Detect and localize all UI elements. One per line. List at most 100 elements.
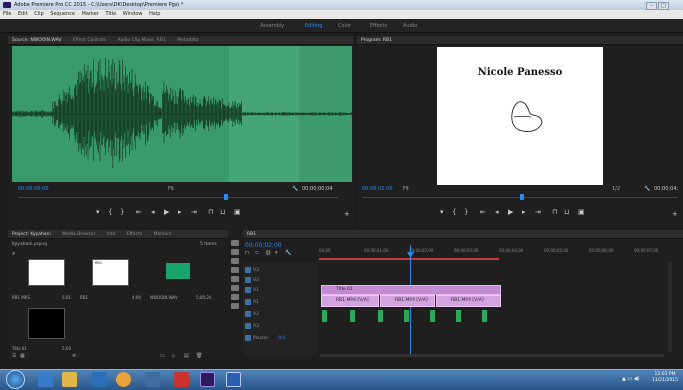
program-playhead[interactable]	[520, 194, 524, 200]
track-header-a3[interactable]: A3	[245, 322, 315, 331]
project-thumb-rb1[interactable]: RB1	[92, 259, 129, 286]
media-player-icon[interactable]	[92, 372, 107, 387]
workspace-assembly[interactable]: Assembly	[260, 23, 284, 29]
track-header-v3[interactable]: V3	[245, 266, 315, 275]
play-icon[interactable]: ▶	[164, 208, 169, 216]
export-frame-icon[interactable]: ▣	[234, 208, 241, 216]
wrench-icon[interactable]: 🔧	[285, 250, 291, 256]
razor-tool-icon[interactable]	[231, 267, 239, 273]
step-back-icon[interactable]: ◂	[151, 208, 155, 216]
go-to-in-icon[interactable]: ⇤	[136, 208, 142, 216]
track-header-a1[interactable]: A1	[245, 298, 315, 307]
source-timecode-in[interactable]: 00;00;00;00	[18, 186, 49, 192]
track-select-tool-icon[interactable]	[231, 249, 239, 255]
tab-audio-clip-mixer[interactable]: Audio Clip Mixer: RB1	[117, 38, 165, 43]
program-add-button[interactable]: +	[672, 210, 678, 218]
menu-edit[interactable]: Edit	[18, 11, 28, 17]
go-to-out-icon[interactable]: ⇥	[535, 208, 541, 216]
tab-media-browser[interactable]: Media Browser	[62, 232, 95, 237]
wrench-icon[interactable]: 🔧	[644, 186, 650, 192]
tab-effect-controls[interactable]: Effect Controls	[73, 38, 106, 43]
export-frame-icon[interactable]: ▣	[578, 208, 585, 216]
program-quality-select[interactable]: 1/2	[612, 186, 620, 192]
new-item-icon[interactable]: ▤	[184, 353, 189, 359]
tab-sequence-rb1[interactable]: RB1	[247, 232, 256, 237]
step-back-icon[interactable]: ◂	[495, 208, 499, 216]
paint-icon[interactable]	[145, 372, 160, 387]
tray-icons[interactable]: ▲ ▭ ◀)	[622, 376, 640, 382]
tab-markers[interactable]: Markers	[154, 232, 172, 237]
tab-source[interactable]: Source: NWOOIN.WAV	[12, 38, 62, 43]
track-target-toggle[interactable]	[245, 334, 251, 341]
wrench-icon[interactable]: 🔧	[292, 186, 298, 192]
menu-file[interactable]: File	[3, 11, 11, 17]
timeline-timecode[interactable]: 00;00;02;00	[245, 242, 282, 249]
audio-clip[interactable]	[430, 310, 435, 322]
new-bin-icon[interactable]: ▭	[160, 353, 165, 359]
track-target-toggle[interactable]	[245, 276, 251, 283]
track-target-toggle[interactable]	[245, 286, 251, 293]
chrome-icon[interactable]	[116, 372, 131, 387]
menu-title[interactable]: Title	[105, 11, 116, 17]
track-header-master[interactable]: Master 0.0	[245, 334, 315, 343]
tab-effects[interactable]: Effects	[127, 232, 142, 237]
workspace-audio[interactable]: Audio	[403, 23, 417, 29]
workspace-effects[interactable]: Effects	[370, 23, 387, 29]
add-marker-icon[interactable]: ▾	[275, 250, 278, 256]
extract-icon[interactable]: ⊔	[564, 208, 569, 216]
audio-clip[interactable]	[482, 310, 487, 322]
video-clip[interactable]: RB1.MP4 [V/A]	[321, 295, 379, 307]
minimize-button[interactable]: –	[646, 2, 657, 10]
folder-icon[interactable]	[174, 372, 189, 387]
premiere-icon[interactable]	[200, 372, 215, 387]
source-fit-select[interactable]: Fit	[168, 186, 174, 192]
video-clip[interactable]: RB1.MP4 [V/A]	[436, 295, 501, 307]
audio-clip[interactable]	[378, 310, 383, 322]
ie-icon[interactable]	[38, 372, 53, 387]
linked-selection-icon[interactable]: ⛓	[265, 250, 271, 256]
audio-clip[interactable]	[404, 310, 409, 322]
tab-metadata[interactable]: Metadata	[177, 38, 198, 43]
go-to-out-icon[interactable]: ⇥	[191, 208, 197, 216]
workspace-color[interactable]: Color	[338, 23, 351, 29]
hand-tool-icon[interactable]	[231, 294, 239, 300]
maximize-button[interactable]: □	[658, 2, 669, 10]
mark-in-icon[interactable]: {	[108, 208, 112, 216]
tab-project[interactable]: Project: Kyyahani	[12, 232, 51, 237]
word-icon[interactable]	[226, 372, 241, 387]
insert-icon[interactable]: ⊓	[208, 208, 213, 216]
search-icon[interactable]: ⌕	[12, 250, 15, 258]
mark-out-icon[interactable]: }	[120, 208, 124, 216]
go-to-in-icon[interactable]: ⇤	[480, 208, 486, 216]
mark-in-icon[interactable]: {	[452, 208, 456, 216]
source-time-ruler[interactable]	[18, 197, 338, 198]
add-marker-icon[interactable]: ▾	[440, 208, 444, 216]
project-thumb-title[interactable]	[28, 308, 65, 339]
play-icon[interactable]: ▶	[508, 208, 513, 216]
tab-program[interactable]: Program: RB1	[361, 38, 392, 43]
menu-marker[interactable]: Marker	[82, 11, 99, 17]
audio-clip[interactable]	[350, 310, 355, 322]
add-marker-icon[interactable]: ▾	[96, 208, 100, 216]
work-area-bar[interactable]	[319, 258, 499, 260]
ripple-edit-tool-icon[interactable]	[231, 258, 239, 264]
master-volume[interactable]: 0.0	[278, 336, 285, 341]
trash-icon[interactable]: 🗑	[196, 353, 202, 359]
program-fit-select[interactable]: Fit	[403, 186, 409, 192]
lift-icon[interactable]: ⊓	[552, 208, 557, 216]
timeline-horizontal-scrollbar[interactable]	[320, 354, 664, 357]
program-timecode[interactable]: 00;00;02;00	[362, 186, 393, 192]
audio-file-icon[interactable]	[166, 263, 190, 279]
menu-window[interactable]: Window	[123, 11, 143, 17]
video-clip[interactable]: RB1.MP4 [V/A]	[380, 295, 435, 307]
menu-help[interactable]: Help	[149, 11, 160, 17]
timeline-ruler[interactable]: 00;00 00;00;01;00 00;00;02;00 00;00;03;00 00…	[319, 246, 679, 258]
list-view-icon[interactable]: ☰	[12, 353, 16, 359]
audio-waveform-display[interactable]	[12, 46, 352, 182]
menu-sequence[interactable]: Sequence	[50, 11, 75, 17]
audio-clip[interactable]	[322, 310, 327, 322]
step-forward-icon[interactable]: ▸	[178, 208, 182, 216]
program-video-frame[interactable]: Nicole Panesso	[437, 47, 603, 185]
track-header-v1[interactable]: V1	[245, 286, 315, 295]
overwrite-icon[interactable]: ⊔	[220, 208, 225, 216]
